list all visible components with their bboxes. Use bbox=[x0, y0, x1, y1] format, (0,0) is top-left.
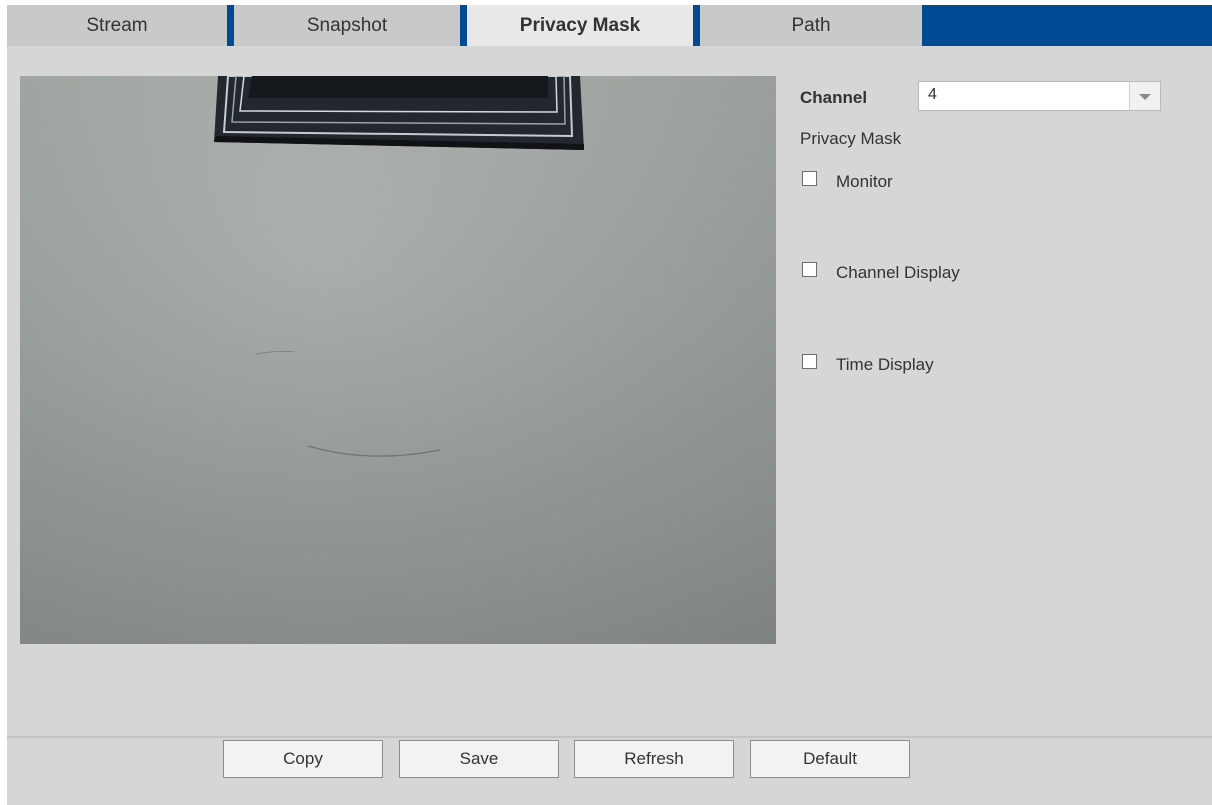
default-button[interactable]: Default bbox=[750, 740, 910, 778]
channel-select[interactable]: 4 bbox=[918, 81, 1161, 111]
tab-bar: Stream Snapshot Privacy Mask Path bbox=[7, 5, 1212, 46]
tab-privacy-mask[interactable]: Privacy Mask bbox=[467, 5, 693, 46]
copy-button[interactable]: Copy bbox=[223, 740, 383, 778]
chevron-down-icon[interactable] bbox=[1129, 82, 1160, 110]
settings-page: Stream Snapshot Privacy Mask Path Channe… bbox=[7, 5, 1212, 805]
time-display-label: Time Display bbox=[836, 355, 934, 374]
privacy-mask-label: Privacy Mask bbox=[800, 129, 902, 148]
tab-path[interactable]: Path bbox=[700, 5, 922, 46]
picture-frame-object bbox=[214, 76, 584, 150]
wall-marks bbox=[255, 350, 441, 457]
tab-snapshot[interactable]: Snapshot bbox=[234, 5, 460, 46]
video-preview[interactable] bbox=[20, 76, 776, 644]
monitor-checkbox[interactable] bbox=[802, 171, 817, 186]
tab-stream[interactable]: Stream bbox=[7, 5, 227, 46]
save-button[interactable]: Save bbox=[399, 740, 559, 778]
monitor-label: Monitor bbox=[836, 172, 893, 191]
button-bar-divider bbox=[7, 736, 1212, 738]
refresh-button[interactable]: Refresh bbox=[574, 740, 734, 778]
channel-label: Channel bbox=[800, 88, 868, 107]
time-display-checkbox[interactable] bbox=[802, 354, 817, 369]
channel-display-checkbox[interactable] bbox=[802, 262, 817, 277]
channel-select-value: 4 bbox=[928, 86, 937, 103]
channel-display-label: Channel Display bbox=[836, 263, 960, 282]
